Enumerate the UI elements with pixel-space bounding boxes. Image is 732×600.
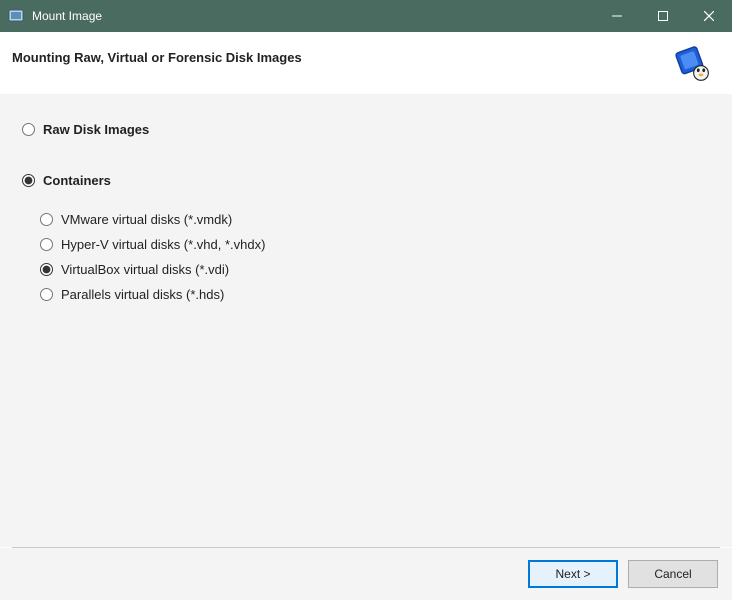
window-controls	[594, 0, 732, 32]
label-containers: Containers	[43, 173, 111, 188]
radio-hyperv[interactable]	[40, 238, 53, 251]
container-subgroup: VMware virtual disks (*.vmdk) Hyper-V vi…	[22, 212, 710, 312]
radio-containers[interactable]	[22, 174, 35, 187]
cancel-button[interactable]: Cancel	[628, 560, 718, 588]
dialog-header: Mounting Raw, Virtual or Forensic Disk I…	[0, 32, 732, 94]
option-raw-disk-images[interactable]: Raw Disk Images	[22, 122, 710, 137]
label-vmware: VMware virtual disks (*.vmdk)	[61, 212, 232, 227]
option-containers[interactable]: Containers	[22, 173, 710, 188]
dialog-footer: Next > Cancel	[0, 548, 732, 600]
app-icon	[8, 8, 24, 24]
maximize-button[interactable]	[640, 0, 686, 32]
dialog-heading: Mounting Raw, Virtual or Forensic Disk I…	[12, 50, 302, 65]
next-button[interactable]: Next >	[528, 560, 618, 588]
radio-virtualbox[interactable]	[40, 263, 53, 276]
option-parallels[interactable]: Parallels virtual disks (*.hds)	[40, 287, 710, 302]
option-hyperv[interactable]: Hyper-V virtual disks (*.vhd, *.vhdx)	[40, 237, 710, 252]
minimize-button[interactable]	[594, 0, 640, 32]
label-hyperv: Hyper-V virtual disks (*.vhd, *.vhdx)	[61, 237, 265, 252]
radio-vmware[interactable]	[40, 213, 53, 226]
titlebar: Mount Image	[0, 0, 732, 32]
label-virtualbox: VirtualBox virtual disks (*.vdi)	[61, 262, 229, 277]
option-virtualbox[interactable]: VirtualBox virtual disks (*.vdi)	[40, 262, 710, 277]
radio-parallels[interactable]	[40, 288, 53, 301]
option-vmware[interactable]: VMware virtual disks (*.vmdk)	[40, 212, 710, 227]
window-title: Mount Image	[32, 9, 594, 23]
close-button[interactable]	[686, 0, 732, 32]
wizard-icon	[668, 40, 712, 84]
label-parallels: Parallels virtual disks (*.hds)	[61, 287, 224, 302]
dialog-content: Raw Disk Images Containers VMware virtua…	[0, 94, 732, 547]
label-raw-disk-images: Raw Disk Images	[43, 122, 149, 137]
radio-raw-disk-images[interactable]	[22, 123, 35, 136]
